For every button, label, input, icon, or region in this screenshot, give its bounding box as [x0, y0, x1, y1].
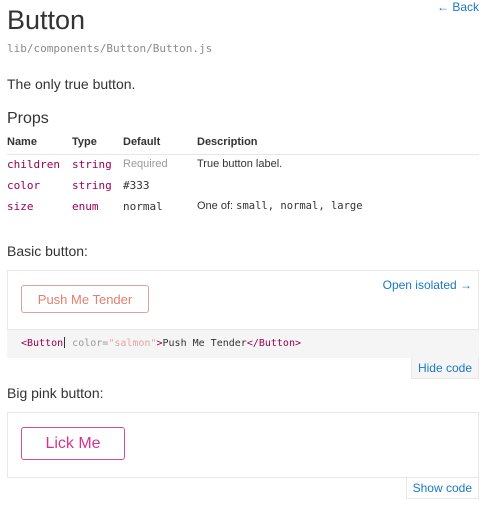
prop-type: string — [72, 179, 112, 192]
table-row: size enum normal One of: small, normal, … — [7, 197, 479, 218]
props-table: Name Type Default Description children s… — [7, 132, 479, 218]
prop-description: One of: small, normal, large — [197, 197, 479, 218]
page-title: Button — [7, 5, 86, 35]
prop-description: True button label. — [197, 158, 283, 170]
prop-name: color — [7, 179, 41, 192]
back-link[interactable]: ← Back — [437, 0, 479, 14]
column-header-description: Description — [197, 132, 479, 155]
prop-name: children — [7, 158, 60, 171]
props-heading: Props — [7, 110, 49, 127]
table-row: children string Required True button lab… — [7, 155, 479, 177]
prop-default: #333 — [123, 179, 150, 192]
prop-description-prefix: One of: — [197, 200, 237, 212]
prop-type: enum — [72, 200, 99, 213]
show-code-button[interactable]: Show code — [405, 478, 479, 499]
code-text: Push Me Tender — [162, 338, 247, 349]
component-description: The only true button. — [7, 76, 136, 92]
column-header-name: Name — [7, 132, 72, 155]
prop-description-values: small, normal, large — [236, 200, 363, 212]
big-example-heading: Big pink button: — [7, 385, 104, 401]
open-isolated-link[interactable]: Open isolated → — [383, 278, 472, 292]
prop-type: string — [72, 158, 112, 171]
code-tag-open: <Button — [21, 338, 64, 349]
column-header-type: Type — [72, 132, 123, 155]
basic-example-heading: Basic button: — [7, 243, 88, 259]
column-header-default: Default — [123, 132, 197, 155]
prop-default: normal — [123, 200, 163, 213]
prop-default: Required — [123, 158, 168, 170]
prop-description — [197, 176, 479, 197]
code-editor[interactable]: <Button color="salmon">Push Me Tender</B… — [7, 330, 479, 358]
basic-example-preview: Push Me Tender Open isolated → — [7, 270, 479, 330]
table-row: color string #333 — [7, 176, 479, 197]
big-example-preview: Lick Me — [7, 412, 479, 478]
hide-code-button[interactable]: Hide code — [410, 358, 479, 379]
code-attr-name: color= — [66, 338, 109, 349]
push-me-tender-button[interactable]: Push Me Tender — [21, 285, 149, 313]
code-end-tag: </Button> — [246, 338, 301, 349]
props-header-row: Name Type Default Description — [7, 132, 479, 155]
component-path: lib/components/Button/Button.js — [7, 42, 213, 55]
lick-me-button[interactable]: Lick Me — [21, 427, 125, 460]
code-attr-value: "salmon" — [108, 338, 157, 349]
prop-name: size — [7, 200, 34, 213]
text-cursor — [64, 337, 66, 348]
